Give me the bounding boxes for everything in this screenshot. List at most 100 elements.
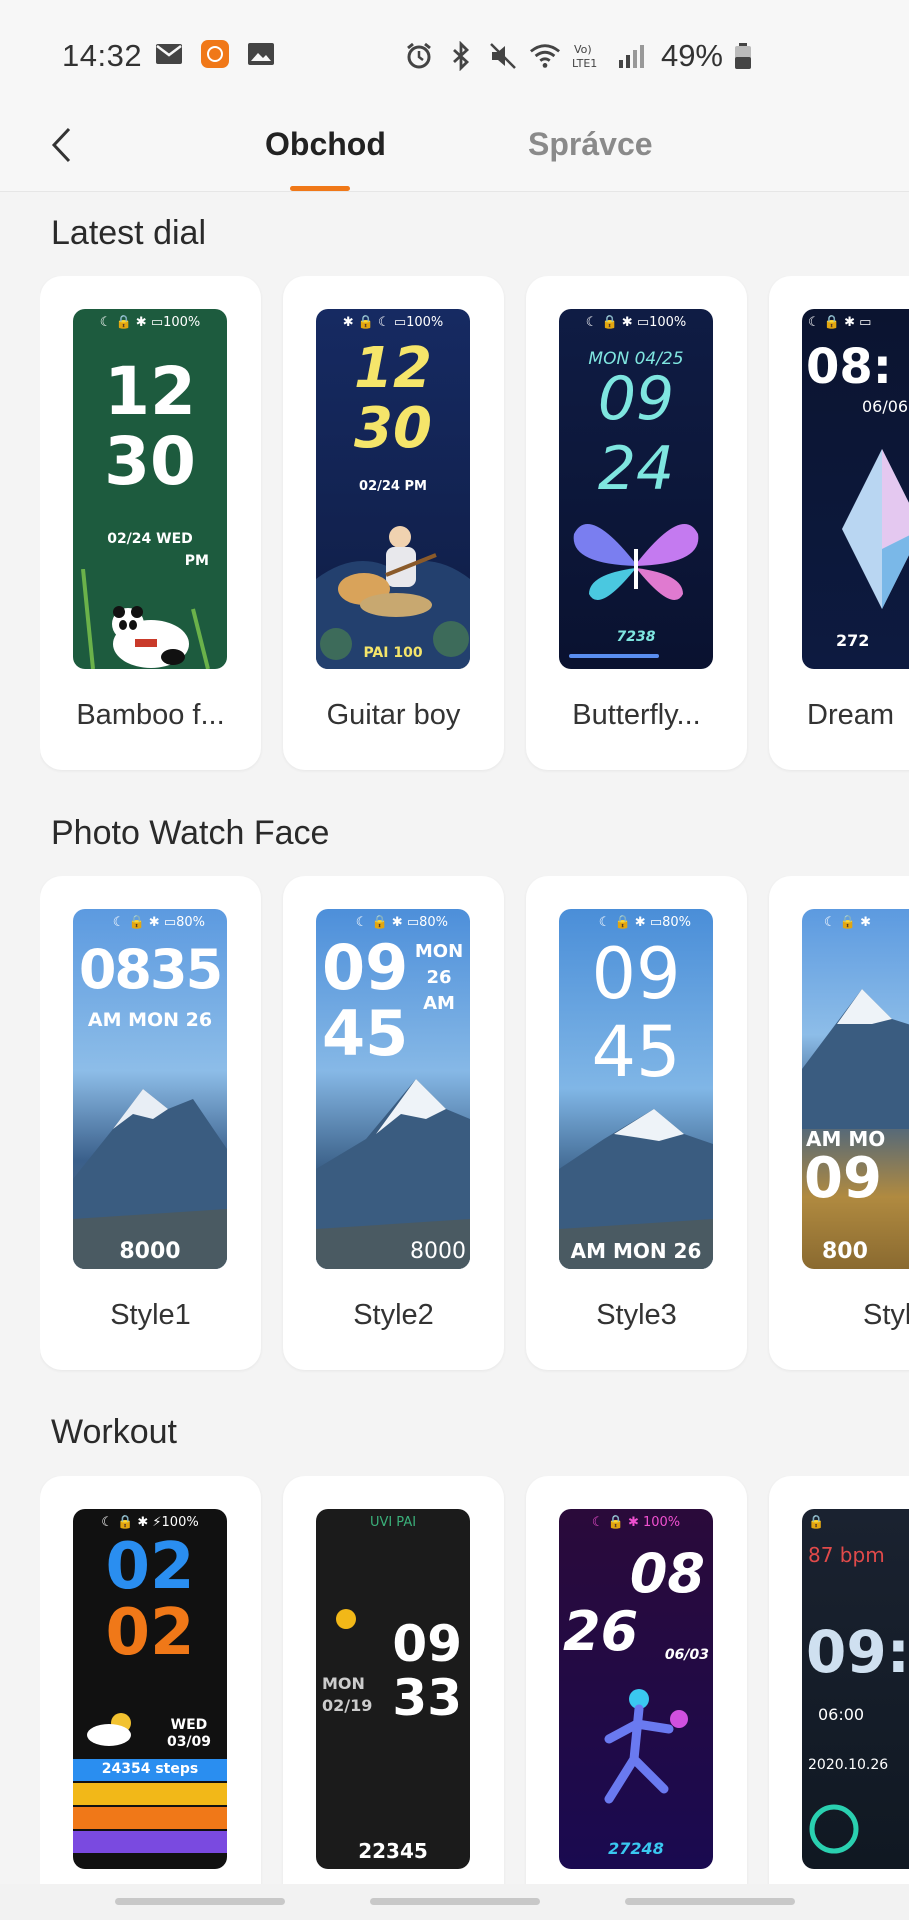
panda-illustration <box>81 569 210 669</box>
watchface-preview: ☾ 🔒 ✱ ▭100% 12 30 02/24 WED PM <box>73 309 227 669</box>
watchface-preview: 🔒 87 bpm 09: 06:00 2020.10.26 <box>802 1509 909 1869</box>
watchface-preview: ☾ 🔒 ✱ ▭80% 09 45 AM MON 26 <box>559 909 713 1269</box>
face-status: ☾ 🔒 ✱ <box>824 915 871 930</box>
watchface-preview: ☾ 🔒 ✱ AM MO 09 800 <box>802 909 909 1269</box>
watchface-card[interactable]: ✱ 🔒 ☾ ▭100% 12 30 02/24 PM PAI 100 Guita… <box>283 276 504 770</box>
section-title-photo-watch-face: Photo Watch Face <box>51 814 330 852</box>
face-status: ☾ 🔒 ✱ ▭80% <box>598 915 691 930</box>
face-status: 🔒 <box>808 1515 825 1530</box>
face-status: ☾ 🔒 ✱ ▭ <box>808 315 872 330</box>
tab-shop[interactable]: Obchod <box>265 126 386 163</box>
app-notification-icon <box>199 38 231 70</box>
face-time: 08: <box>806 339 892 395</box>
chevron-left-icon <box>51 127 71 163</box>
face-date: 02/24 WED <box>107 531 193 547</box>
face-status: ☾ 🔒 ✱ ▭100% <box>585 315 687 330</box>
gesture-handle <box>115 1898 285 1905</box>
gesture-bar <box>0 1884 909 1920</box>
watchface-card[interactable]: UVI PAI 09 33 MON 02/19 22345 <box>283 1476 504 1884</box>
face-time-hours: 12 <box>354 336 432 401</box>
watchface-card[interactable]: ☾ 🔒 ✱ ▭ 08: 06/06 272 Dream <box>769 276 909 770</box>
face-heart-rate: 87 bpm <box>808 1543 885 1567</box>
face-time: 09 <box>804 1146 882 1211</box>
tab-manager[interactable]: Správce <box>528 126 653 163</box>
face-date: 06/06 <box>862 397 909 416</box>
face-status: ☾ 🔒 ✱ ▭80% <box>355 915 448 930</box>
watchface-name: Dream <box>807 699 895 731</box>
back-button[interactable] <box>36 120 86 170</box>
workout-row[interactable]: ☾ 🔒 ✱ ⚡100% 02 02 WED 03/09 24354 steps … <box>40 1476 909 1884</box>
watchface-name: Guitar boy <box>326 699 461 731</box>
face-status: UVI PAI <box>369 1515 417 1530</box>
face-date: MON 26 AM <box>414 941 464 1015</box>
watchface-preview: ☾ 🔒 ✱ ▭80% 09 45 MON 26 AM 8000 <box>316 909 470 1269</box>
watchface-preview: ☾ 🔒 ✱ ▭ 08: 06/06 272 <box>802 309 909 669</box>
watchface-name: Style1 <box>110 1299 191 1331</box>
wifi-icon <box>529 40 561 72</box>
active-tab-indicator <box>290 186 350 191</box>
face-time-hours: 12 <box>104 353 196 430</box>
heart-rate-bar <box>73 1807 227 1829</box>
progress-bar <box>569 654 659 658</box>
mute-icon <box>487 40 519 72</box>
watchface-card[interactable]: ☾ 🔒 ✱ ▭80% 09 45 MON 26 AM 8000 Style2 <box>283 876 504 1370</box>
mountain-photo <box>802 989 909 1129</box>
progress-ring-icon <box>809 1804 859 1854</box>
face-status: ✱ 🔒 ☾ ▭100% <box>342 315 444 330</box>
face-time: 0835 <box>78 938 223 1001</box>
gesture-handle <box>370 1898 540 1905</box>
face-steps: 22345 <box>358 1839 428 1863</box>
face-status: ☾ 🔒 ✱ 100% <box>591 1515 681 1530</box>
watchface-preview: ☾ 🔒 ✱ ⚡100% 02 02 WED 03/09 24354 steps <box>73 1509 227 1869</box>
watchface-name: Bamboo f... <box>76 699 225 731</box>
top-nav: Obchod Správce <box>0 110 909 192</box>
watchface-name: Styl <box>863 1299 909 1331</box>
crystal-illustration <box>842 449 909 609</box>
mail-icon <box>153 38 185 70</box>
section-title-latest-dial: Latest dial <box>51 214 206 252</box>
face-date: 02/24 PM <box>359 479 427 494</box>
battery-percent: 49% <box>660 38 723 73</box>
signal-icon <box>615 40 647 72</box>
watchface-preview: ✱ 🔒 ☾ ▭100% 12 30 02/24 PM PAI 100 <box>316 309 470 669</box>
image-icon <box>245 38 277 70</box>
face-steps: 272 <box>836 631 870 650</box>
alarm-icon <box>403 40 435 72</box>
face-ampm: PM <box>184 553 209 569</box>
face-date: WED 03/09 <box>166 1717 212 1750</box>
svg-text:LTE1: LTE1 <box>572 57 597 70</box>
face-date: 06/03 <box>664 1647 709 1663</box>
watchface-card[interactable]: ☾ 🔒 ✱ ▭80% 09 45 AM MON 26 Style3 <box>526 876 747 1370</box>
face-time-minutes: 30 <box>354 396 432 461</box>
face-status: ☾ 🔒 ✱ ⚡100% <box>101 1515 199 1530</box>
face-time-hours: 08 <box>629 1542 705 1605</box>
calories-bar <box>73 1783 227 1805</box>
face-time-hours: 02 <box>105 1530 195 1604</box>
face-time-minutes: 30 <box>104 423 196 500</box>
watchface-card[interactable]: ☾ 🔒 ✱ ⚡100% 02 02 WED 03/09 24354 steps <box>40 1476 261 1884</box>
face-steps: 8000 <box>410 1239 466 1264</box>
watchface-name: Butterfly... <box>572 699 701 731</box>
face-date: 2020.10.26 <box>808 1757 889 1773</box>
face-time-minutes: 24 <box>597 434 675 504</box>
gesture-handle <box>625 1898 795 1905</box>
battery-icon <box>733 40 753 72</box>
watchface-card[interactable]: ☾ 🔒 ✱ ▭80% 0835 AM MON 26 8000 Style1 <box>40 876 261 1370</box>
face-time-hours: 09 <box>597 364 675 434</box>
volte-icon: Vo) LTE1 <box>571 40 605 72</box>
photo-watch-face-row[interactable]: ☾ 🔒 ✱ ▭80% 0835 AM MON 26 8000 Style1 ☾ … <box>40 876 909 1376</box>
watchface-card[interactable]: ☾ 🔒 ✱ AM MO 09 800 Styl <box>769 876 909 1370</box>
status-left-icons <box>153 38 277 70</box>
watchface-card[interactable]: ☾ 🔒 ✱ ▭100% MON 04/25 09 24 7238 Butterf… <box>526 276 747 770</box>
latest-dial-row[interactable]: ☾ 🔒 ✱ ▭100% 12 30 02/24 WED PM Bamboo f.… <box>40 276 909 776</box>
face-date: AM MON 26 <box>570 1239 702 1263</box>
watchface-preview: ☾ 🔒 ✱ 100% 08 26 06/03 27248 <box>559 1509 713 1869</box>
status-right-icons: Vo) LTE1 49% <box>403 38 753 74</box>
watchface-card[interactable]: ☾ 🔒 ✱ ▭100% 12 30 02/24 WED PM Bamboo f.… <box>40 276 261 770</box>
watchface-card[interactable]: ☾ 🔒 ✱ 100% 08 26 06/03 27248 <box>526 1476 747 1884</box>
face-steps: 8000 <box>119 1239 181 1264</box>
section-title-workout: Workout <box>51 1413 177 1451</box>
watchface-card[interactable]: 🔒 87 bpm 09: 06:00 2020.10.26 <box>769 1476 909 1884</box>
face-status: ☾ 🔒 ✱ ▭100% <box>99 315 201 330</box>
watchface-name: Style2 <box>353 1299 434 1331</box>
